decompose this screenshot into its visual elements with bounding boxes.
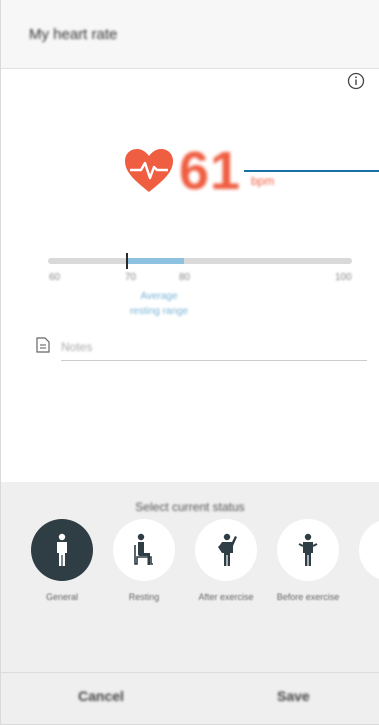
heart-rate-reading: 61 bpm <box>1 140 379 210</box>
cancel-button[interactable]: Cancel <box>78 688 124 704</box>
app-header: My heart rate <box>1 0 379 69</box>
range-tick-high: 80 <box>179 272 191 283</box>
range-caption: Average resting range <box>109 289 209 319</box>
sitting-person-icon <box>134 533 153 565</box>
status-after-exercise-label: After exercise <box>198 592 254 602</box>
status-title: Select current status <box>135 500 245 514</box>
standing-person-icon <box>57 533 67 566</box>
heart-rate-screen: My heart rate 61 bpm 60 70 80 100 Averag… <box>0 0 379 725</box>
notes-input[interactable] <box>61 338 367 361</box>
footer-divider <box>1 672 379 673</box>
stretching-person-icon <box>298 533 318 566</box>
note-icon <box>36 337 50 353</box>
status-before-exercise-button[interactable] <box>277 519 339 581</box>
status-general-button[interactable] <box>31 519 93 581</box>
range-caption-line1: Average <box>140 291 178 302</box>
range-tick-low: 70 <box>125 272 137 283</box>
range-tick-min: 60 <box>49 272 61 283</box>
callout-line <box>244 170 379 172</box>
range-caption-line2: resting range <box>129 306 189 317</box>
status-general-label: General <box>45 592 79 602</box>
status-resting-button[interactable] <box>113 519 175 581</box>
current-value-marker <box>126 253 128 269</box>
info-icon[interactable] <box>347 72 365 90</box>
status-resting-label: Resting <box>128 592 160 602</box>
page-title: My heart rate <box>29 26 118 43</box>
heart-rate-unit: bpm <box>251 174 275 188</box>
average-range-fill <box>128 258 184 264</box>
save-button[interactable]: Save <box>277 688 310 704</box>
exercise-person-icon <box>218 533 237 566</box>
range-tick-max: 100 <box>335 272 352 283</box>
range-track <box>48 258 352 264</box>
status-before-exercise-label: Before exercise <box>276 592 340 602</box>
heart-icon <box>125 149 173 192</box>
heart-rate-value: 61 <box>179 141 242 201</box>
notes-placeholder: Notes <box>61 340 93 354</box>
status-after-exercise-button[interactable] <box>195 519 257 581</box>
